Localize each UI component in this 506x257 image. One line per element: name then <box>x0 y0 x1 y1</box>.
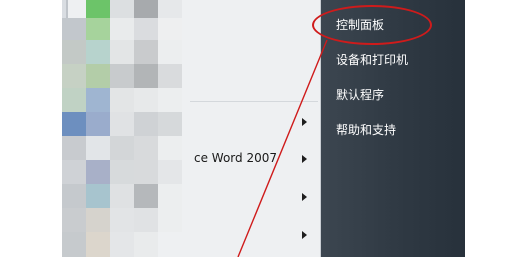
start-menu-screenshot: ce Word 2007 控制面板 设备和打印机 默认程序 帮助和支持 <box>0 0 506 257</box>
annotation-arrow <box>237 39 328 257</box>
annotation-arrow-line <box>237 39 328 257</box>
